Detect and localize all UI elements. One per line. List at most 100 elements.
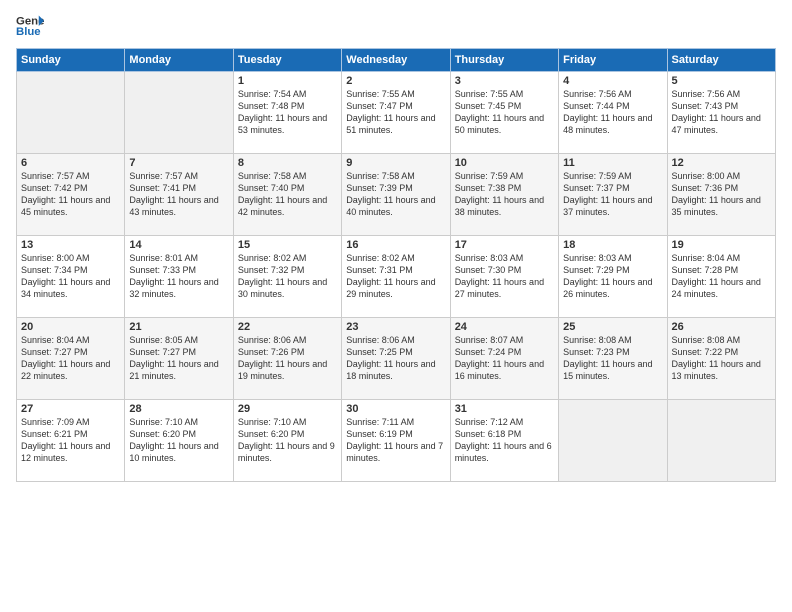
calendar-cell: 7Sunrise: 7:57 AM Sunset: 7:41 PM Daylig… [125, 154, 233, 236]
logo: General Blue [16, 12, 44, 40]
day-info: Sunrise: 7:57 AM Sunset: 7:42 PM Dayligh… [21, 170, 120, 219]
logo-icon: General Blue [16, 12, 44, 40]
col-header-thursday: Thursday [450, 49, 558, 72]
calendar-cell: 9Sunrise: 7:58 AM Sunset: 7:39 PM Daylig… [342, 154, 450, 236]
calendar-header-row: SundayMondayTuesdayWednesdayThursdayFrid… [17, 49, 776, 72]
svg-text:Blue: Blue [16, 26, 41, 38]
day-number: 21 [129, 321, 228, 333]
calendar-week-1: 1Sunrise: 7:54 AM Sunset: 7:48 PM Daylig… [17, 72, 776, 154]
calendar-cell: 4Sunrise: 7:56 AM Sunset: 7:44 PM Daylig… [559, 72, 667, 154]
day-number: 16 [346, 239, 445, 251]
calendar-cell: 15Sunrise: 8:02 AM Sunset: 7:32 PM Dayli… [233, 236, 341, 318]
day-info: Sunrise: 8:00 AM Sunset: 7:36 PM Dayligh… [672, 170, 771, 219]
day-info: Sunrise: 8:08 AM Sunset: 7:23 PM Dayligh… [563, 334, 662, 383]
day-number: 9 [346, 157, 445, 169]
calendar-cell: 28Sunrise: 7:10 AM Sunset: 6:20 PM Dayli… [125, 400, 233, 482]
day-info: Sunrise: 7:58 AM Sunset: 7:39 PM Dayligh… [346, 170, 445, 219]
calendar-cell: 31Sunrise: 7:12 AM Sunset: 6:18 PM Dayli… [450, 400, 558, 482]
day-number: 27 [21, 403, 120, 415]
day-info: Sunrise: 7:56 AM Sunset: 7:43 PM Dayligh… [672, 88, 771, 137]
day-number: 24 [455, 321, 554, 333]
col-header-friday: Friday [559, 49, 667, 72]
day-info: Sunrise: 7:55 AM Sunset: 7:45 PM Dayligh… [455, 88, 554, 137]
day-info: Sunrise: 7:59 AM Sunset: 7:37 PM Dayligh… [563, 170, 662, 219]
day-number: 14 [129, 239, 228, 251]
day-number: 8 [238, 157, 337, 169]
calendar-cell: 27Sunrise: 7:09 AM Sunset: 6:21 PM Dayli… [17, 400, 125, 482]
calendar-cell [667, 400, 775, 482]
calendar-cell: 18Sunrise: 8:03 AM Sunset: 7:29 PM Dayli… [559, 236, 667, 318]
col-header-wednesday: Wednesday [342, 49, 450, 72]
col-header-saturday: Saturday [667, 49, 775, 72]
calendar-cell: 21Sunrise: 8:05 AM Sunset: 7:27 PM Dayli… [125, 318, 233, 400]
day-info: Sunrise: 7:56 AM Sunset: 7:44 PM Dayligh… [563, 88, 662, 137]
calendar-cell: 19Sunrise: 8:04 AM Sunset: 7:28 PM Dayli… [667, 236, 775, 318]
day-info: Sunrise: 7:10 AM Sunset: 6:20 PM Dayligh… [129, 416, 228, 465]
calendar-cell: 14Sunrise: 8:01 AM Sunset: 7:33 PM Dayli… [125, 236, 233, 318]
calendar-cell: 17Sunrise: 8:03 AM Sunset: 7:30 PM Dayli… [450, 236, 558, 318]
day-number: 28 [129, 403, 228, 415]
day-number: 18 [563, 239, 662, 251]
day-info: Sunrise: 8:05 AM Sunset: 7:27 PM Dayligh… [129, 334, 228, 383]
calendar-cell: 12Sunrise: 8:00 AM Sunset: 7:36 PM Dayli… [667, 154, 775, 236]
day-number: 3 [455, 75, 554, 87]
day-info: Sunrise: 7:09 AM Sunset: 6:21 PM Dayligh… [21, 416, 120, 465]
calendar-cell: 10Sunrise: 7:59 AM Sunset: 7:38 PM Dayli… [450, 154, 558, 236]
day-info: Sunrise: 7:12 AM Sunset: 6:18 PM Dayligh… [455, 416, 554, 465]
day-number: 31 [455, 403, 554, 415]
day-number: 11 [563, 157, 662, 169]
calendar-cell [17, 72, 125, 154]
col-header-tuesday: Tuesday [233, 49, 341, 72]
calendar-cell [125, 72, 233, 154]
calendar-cell: 1Sunrise: 7:54 AM Sunset: 7:48 PM Daylig… [233, 72, 341, 154]
day-number: 4 [563, 75, 662, 87]
calendar-cell: 2Sunrise: 7:55 AM Sunset: 7:47 PM Daylig… [342, 72, 450, 154]
calendar-cell: 26Sunrise: 8:08 AM Sunset: 7:22 PM Dayli… [667, 318, 775, 400]
calendar-cell: 22Sunrise: 8:06 AM Sunset: 7:26 PM Dayli… [233, 318, 341, 400]
day-number: 29 [238, 403, 337, 415]
day-info: Sunrise: 8:00 AM Sunset: 7:34 PM Dayligh… [21, 252, 120, 301]
day-info: Sunrise: 8:04 AM Sunset: 7:27 PM Dayligh… [21, 334, 120, 383]
day-info: Sunrise: 7:10 AM Sunset: 6:20 PM Dayligh… [238, 416, 337, 465]
day-info: Sunrise: 8:02 AM Sunset: 7:31 PM Dayligh… [346, 252, 445, 301]
day-number: 2 [346, 75, 445, 87]
day-number: 7 [129, 157, 228, 169]
day-number: 15 [238, 239, 337, 251]
calendar-cell: 8Sunrise: 7:58 AM Sunset: 7:40 PM Daylig… [233, 154, 341, 236]
day-info: Sunrise: 8:04 AM Sunset: 7:28 PM Dayligh… [672, 252, 771, 301]
day-number: 25 [563, 321, 662, 333]
day-info: Sunrise: 8:03 AM Sunset: 7:30 PM Dayligh… [455, 252, 554, 301]
day-number: 19 [672, 239, 771, 251]
day-info: Sunrise: 7:55 AM Sunset: 7:47 PM Dayligh… [346, 88, 445, 137]
day-number: 12 [672, 157, 771, 169]
calendar-cell: 30Sunrise: 7:11 AM Sunset: 6:19 PM Dayli… [342, 400, 450, 482]
day-info: Sunrise: 8:02 AM Sunset: 7:32 PM Dayligh… [238, 252, 337, 301]
col-header-sunday: Sunday [17, 49, 125, 72]
calendar-week-2: 6Sunrise: 7:57 AM Sunset: 7:42 PM Daylig… [17, 154, 776, 236]
day-info: Sunrise: 7:54 AM Sunset: 7:48 PM Dayligh… [238, 88, 337, 137]
day-info: Sunrise: 8:06 AM Sunset: 7:26 PM Dayligh… [238, 334, 337, 383]
day-number: 26 [672, 321, 771, 333]
calendar-table: SundayMondayTuesdayWednesdayThursdayFrid… [16, 48, 776, 482]
day-number: 6 [21, 157, 120, 169]
calendar-cell: 3Sunrise: 7:55 AM Sunset: 7:45 PM Daylig… [450, 72, 558, 154]
calendar-cell: 6Sunrise: 7:57 AM Sunset: 7:42 PM Daylig… [17, 154, 125, 236]
day-number: 1 [238, 75, 337, 87]
calendar-cell: 16Sunrise: 8:02 AM Sunset: 7:31 PM Dayli… [342, 236, 450, 318]
day-number: 30 [346, 403, 445, 415]
col-header-monday: Monday [125, 49, 233, 72]
day-info: Sunrise: 8:08 AM Sunset: 7:22 PM Dayligh… [672, 334, 771, 383]
calendar-week-4: 20Sunrise: 8:04 AM Sunset: 7:27 PM Dayli… [17, 318, 776, 400]
calendar-cell: 11Sunrise: 7:59 AM Sunset: 7:37 PM Dayli… [559, 154, 667, 236]
calendar-cell: 29Sunrise: 7:10 AM Sunset: 6:20 PM Dayli… [233, 400, 341, 482]
day-info: Sunrise: 7:57 AM Sunset: 7:41 PM Dayligh… [129, 170, 228, 219]
day-number: 23 [346, 321, 445, 333]
day-number: 20 [21, 321, 120, 333]
day-number: 10 [455, 157, 554, 169]
calendar-week-5: 27Sunrise: 7:09 AM Sunset: 6:21 PM Dayli… [17, 400, 776, 482]
day-info: Sunrise: 7:11 AM Sunset: 6:19 PM Dayligh… [346, 416, 445, 465]
day-info: Sunrise: 8:07 AM Sunset: 7:24 PM Dayligh… [455, 334, 554, 383]
day-number: 17 [455, 239, 554, 251]
calendar-cell: 20Sunrise: 8:04 AM Sunset: 7:27 PM Dayli… [17, 318, 125, 400]
day-info: Sunrise: 7:58 AM Sunset: 7:40 PM Dayligh… [238, 170, 337, 219]
